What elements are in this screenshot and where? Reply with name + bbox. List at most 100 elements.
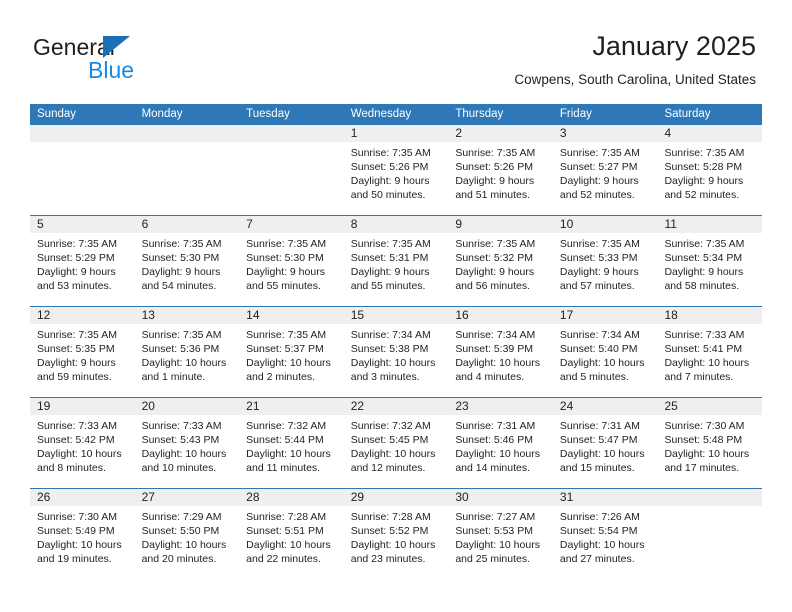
- sun-info-block: Sunrise: 7:35 AM Sunset: 5:31 PM Daylight:…: [351, 237, 445, 293]
- sunset-text: Sunset: 5:33 PM: [559, 252, 638, 264]
- calendar-day-cell[interactable]: 15 Sunrise: 7:34 AM Sunset: 5:38 PM Dayligh…: [344, 307, 449, 397]
- calendar-cell-empty: [239, 125, 344, 215]
- calendar-day-cell[interactable]: 23 Sunrise: 7:31 AM Sunset: 5:46 PM Dayligh…: [448, 398, 553, 488]
- sunrise-text: Sunrise: 7:35 AM: [664, 238, 745, 250]
- calendar-day-cell[interactable]: 29 Sunrise: 7:28 AM Sunset: 5:52 PM Dayligh…: [344, 489, 449, 579]
- sunset-text: Sunset: 5:47 PM: [559, 434, 638, 446]
- sunrise-text: Sunrise: 7:30 AM: [664, 420, 745, 432]
- calendar-day-cell[interactable]: 31 Sunrise: 7:26 AM Sunset: 5:54 PM Dayligh…: [553, 489, 658, 579]
- day-number: 30: [455, 490, 469, 504]
- calendar-day-cell[interactable]: 10 Sunrise: 7:35 AM Sunset: 5:33 PM Dayligh…: [553, 216, 658, 306]
- calendar-day-cell[interactable]: 20 Sunrise: 7:33 AM Sunset: 5:43 PM Dayligh…: [135, 398, 240, 488]
- calendar-day-cell[interactable]: 28 Sunrise: 7:28 AM Sunset: 5:51 PM Dayligh…: [239, 489, 344, 579]
- page-title: January 2025: [592, 31, 756, 61]
- daylight-text-line1: Daylight: 10 hours: [559, 448, 645, 460]
- sun-info-block: Sunrise: 7:34 AM Sunset: 5:40 PM Daylight:…: [560, 328, 654, 384]
- sunset-text: Sunset: 5:51 PM: [246, 525, 324, 537]
- sunset-text: Sunset: 5:46 PM: [455, 434, 533, 446]
- sun-info-block: Sunrise: 7:31 AM Sunset: 5:47 PM Daylight:…: [560, 419, 654, 475]
- calendar-day-cell[interactable]: 8 Sunrise: 7:35 AM Sunset: 5:31 PM Daylight…: [344, 216, 449, 306]
- calendar-day-cell[interactable]: 27 Sunrise: 7:29 AM Sunset: 5:50 PM Dayligh…: [135, 489, 240, 579]
- calendar-day-cell[interactable]: 4 Sunrise: 7:35 AM Sunset: 5:28 PM Daylight…: [657, 125, 762, 215]
- sunrise-text: Sunrise: 7:35 AM: [455, 147, 536, 159]
- calendar-day-cell[interactable]: 18 Sunrise: 7:33 AM Sunset: 5:41 PM Dayligh…: [657, 307, 762, 397]
- sun-info-block: Sunrise: 7:34 AM Sunset: 5:38 PM Daylight:…: [351, 328, 445, 384]
- calendar-day-cell[interactable]: 3 Sunrise: 7:35 AM Sunset: 5:27 PM Daylight…: [553, 125, 658, 215]
- sun-info-block: Sunrise: 7:33 AM Sunset: 5:41 PM Daylight:…: [664, 328, 758, 384]
- sunrise-text: Sunrise: 7:33 AM: [141, 420, 222, 432]
- sun-info-block: Sunrise: 7:28 AM Sunset: 5:52 PM Daylight:…: [351, 510, 445, 566]
- title-block: January 2025 Cowpens, South Carolina, Un…: [514, 30, 756, 88]
- general-blue-logo[interactable]: General Blue: [33, 34, 233, 84]
- day-number: 3: [559, 126, 567, 140]
- sunrise-text: Sunrise: 7:32 AM: [246, 420, 327, 432]
- calendar-day-cell[interactable]: 2 Sunrise: 7:35 AM Sunset: 5:26 PM Daylight…: [448, 125, 553, 215]
- daylight-text-line2: and 54 minutes.: [141, 280, 217, 292]
- sun-info-block: Sunrise: 7:35 AM Sunset: 5:30 PM Daylight:…: [142, 237, 236, 293]
- sunset-text: Sunset: 5:52 PM: [350, 525, 429, 537]
- calendar-day-cell[interactable]: 17 Sunrise: 7:34 AM Sunset: 5:40 PM Dayligh…: [553, 307, 658, 397]
- daylight-text-line1: Daylight: 10 hours: [455, 539, 540, 551]
- calendar-day-cell[interactable]: 5 Sunrise: 7:35 AM Sunset: 5:29 PM Daylight…: [30, 216, 135, 306]
- sunrise-text: Sunrise: 7:33 AM: [37, 420, 117, 432]
- sunrise-text: Sunrise: 7:35 AM: [559, 147, 640, 159]
- calendar-day-cell[interactable]: 26 Sunrise: 7:30 AM Sunset: 5:49 PM Dayligh…: [30, 489, 135, 579]
- sun-info-block: Sunrise: 7:35 AM Sunset: 5:35 PM Daylight:…: [37, 328, 131, 384]
- daylight-text-line2: and 57 minutes.: [559, 280, 635, 292]
- sunrise-text: Sunrise: 7:35 AM: [141, 329, 222, 341]
- day-number: 4: [664, 126, 672, 140]
- sunrise-text: Sunrise: 7:35 AM: [664, 147, 745, 159]
- sunrise-text: Sunrise: 7:27 AM: [455, 511, 536, 523]
- calendar-day-cell[interactable]: 9 Sunrise: 7:35 AM Sunset: 5:32 PM Daylight…: [448, 216, 553, 306]
- daylight-text-line2: and 22 minutes.: [246, 553, 321, 565]
- daylight-text-line2: and 23 minutes.: [350, 553, 426, 565]
- daylight-text-line1: Daylight: 10 hours: [664, 357, 750, 369]
- sun-info-block: Sunrise: 7:35 AM Sunset: 5:33 PM Daylight:…: [560, 237, 654, 293]
- sunrise-text: Sunrise: 7:34 AM: [455, 329, 536, 341]
- sunset-text: Sunset: 5:30 PM: [141, 252, 220, 264]
- calendar-day-cell[interactable]: 30 Sunrise: 7:27 AM Sunset: 5:53 PM Dayligh…: [448, 489, 553, 579]
- calendar-day-cell[interactable]: 12 Sunrise: 7:35 AM Sunset: 5:35 PM Dayligh…: [30, 307, 135, 397]
- daylight-text-line1: Daylight: 9 hours: [246, 266, 325, 278]
- sun-info-block: Sunrise: 7:33 AM Sunset: 5:43 PM Daylight:…: [142, 419, 236, 475]
- sunrise-text: Sunrise: 7:35 AM: [37, 329, 117, 341]
- sunset-text: Sunset: 5:36 PM: [141, 343, 220, 355]
- calendar-day-cell[interactable]: 21 Sunrise: 7:32 AM Sunset: 5:44 PM Dayligh…: [239, 398, 344, 488]
- daylight-text-line1: Daylight: 9 hours: [350, 266, 430, 278]
- calendar-day-cell[interactable]: 24 Sunrise: 7:31 AM Sunset: 5:47 PM Dayligh…: [553, 398, 658, 488]
- daylight-text-line1: Daylight: 10 hours: [141, 357, 227, 369]
- calendar-day-cell[interactable]: 7 Sunrise: 7:35 AM Sunset: 5:30 PM Daylight…: [239, 216, 344, 306]
- day-number: 17: [559, 308, 574, 322]
- calendar-day-cell[interactable]: 13 Sunrise: 7:35 AM Sunset: 5:36 PM Dayligh…: [135, 307, 240, 397]
- day-number: 9: [455, 217, 462, 231]
- calendar-day-cell[interactable]: 25 Sunrise: 7:30 AM Sunset: 5:48 PM Dayligh…: [657, 398, 762, 488]
- day-number: 12: [37, 308, 51, 322]
- day-number: 16: [455, 308, 469, 322]
- calendar-day-cell[interactable]: 22 Sunrise: 7:32 AM Sunset: 5:45 PM Dayligh…: [344, 398, 449, 488]
- day-number: 7: [246, 217, 253, 231]
- weekday-header-tuesday: Tuesday: [246, 108, 290, 120]
- sunrise-text: Sunrise: 7:26 AM: [559, 511, 640, 523]
- calendar-day-cell[interactable]: 19 Sunrise: 7:33 AM Sunset: 5:42 PM Dayligh…: [30, 398, 135, 488]
- daylight-text-line1: Daylight: 9 hours: [350, 175, 430, 187]
- sunset-text: Sunset: 5:37 PM: [246, 343, 324, 355]
- weekday-header-row: Sunday Monday Tuesday Wednesday Thursday Frid…: [30, 104, 762, 125]
- sun-info-block: Sunrise: 7:31 AM Sunset: 5:46 PM Daylight:…: [455, 419, 549, 475]
- calendar-day-cell[interactable]: 16 Sunrise: 7:34 AM Sunset: 5:39 PM Dayligh…: [448, 307, 553, 397]
- daylight-text-line2: and 55 minutes.: [246, 280, 321, 292]
- calendar-day-cell[interactable]: 1 Sunrise: 7:35 AM Sunset: 5:26 PM Daylight…: [344, 125, 449, 215]
- sunrise-text: Sunrise: 7:32 AM: [350, 420, 431, 432]
- calendar-cell-empty: [30, 125, 135, 215]
- sunset-text: Sunset: 5:31 PM: [350, 252, 429, 264]
- daylight-text-line1: Daylight: 9 hours: [664, 266, 744, 278]
- day-number: 6: [141, 217, 149, 231]
- calendar-day-cell[interactable]: 6 Sunrise: 7:35 AM Sunset: 5:30 PM Daylight…: [135, 216, 240, 306]
- calendar-week-row: 1 Sunrise: 7:35 AM Sunset: 5:26 PM Daylight…: [30, 125, 762, 215]
- daylight-text-line1: Daylight: 10 hours: [350, 539, 436, 551]
- daylight-text-line2: and 5 minutes.: [559, 371, 629, 383]
- page-header: General Blue January 2025 Cowpens, South…: [0, 0, 792, 100]
- calendar-day-cell[interactable]: 11 Sunrise: 7:35 AM Sunset: 5:34 PM Dayligh…: [657, 216, 762, 306]
- calendar-day-cell[interactable]: 14 Sunrise: 7:35 AM Sunset: 5:37 PM Dayligh…: [239, 307, 344, 397]
- sunrise-text: Sunrise: 7:35 AM: [455, 238, 536, 250]
- weekday-header-thursday: Thursday: [455, 108, 504, 120]
